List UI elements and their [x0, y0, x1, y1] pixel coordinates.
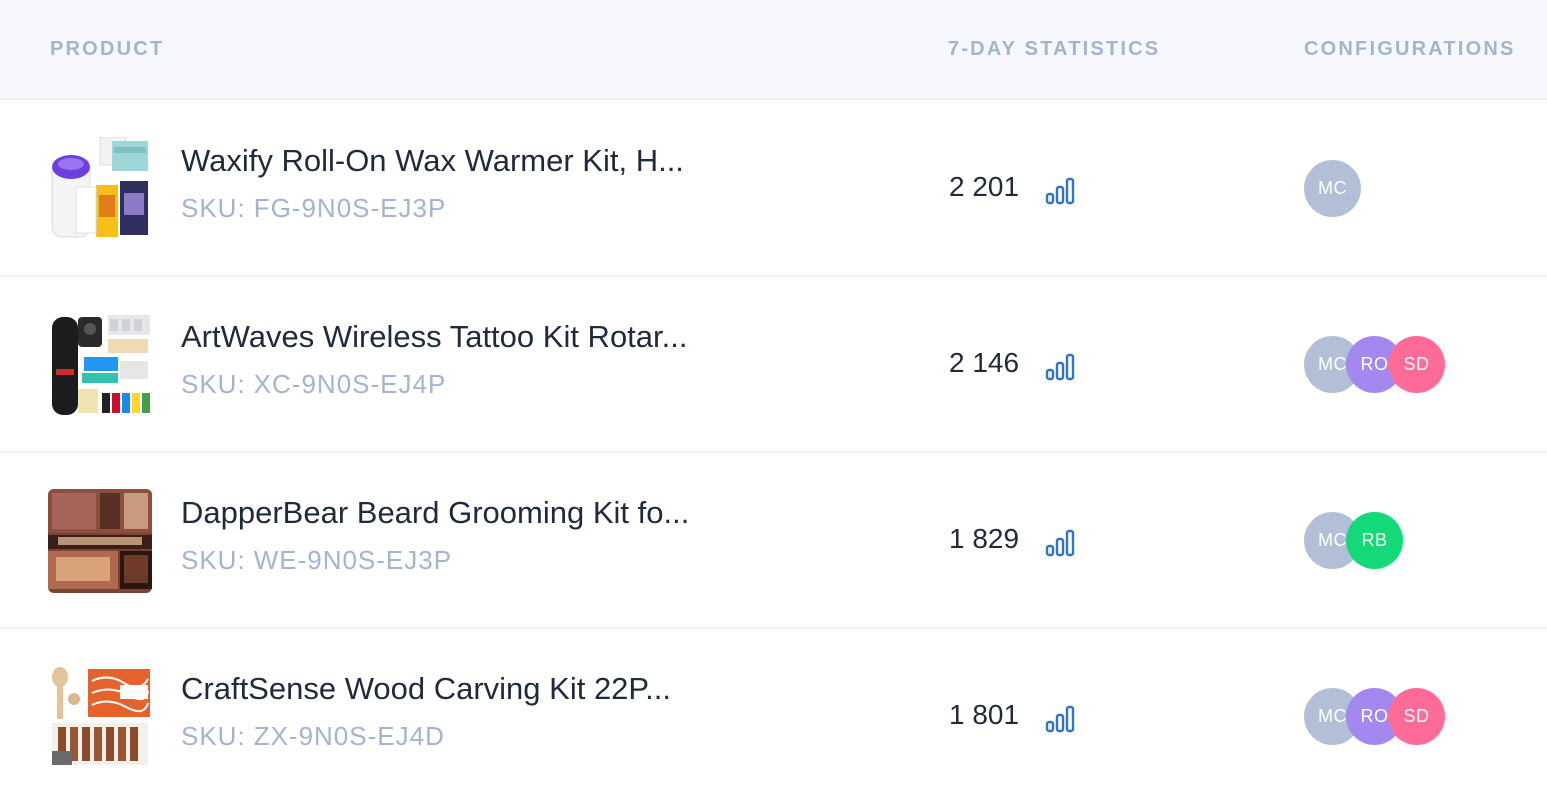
product-sku: SKU: FG-9N0S-EJ3P: [181, 193, 446, 224]
product-sku: SKU: XC-9N0S-EJ4P: [181, 369, 446, 400]
avatar-initials: SD: [1403, 706, 1430, 726]
products-table: PRODUCT 7-DAY STATISTICS CONFIGURATIONS …: [0, 0, 1547, 800]
sku-label: SKU:: [181, 369, 246, 399]
product-name[interactable]: Waxify Roll-On Wax Warmer Kit, H...: [181, 143, 711, 179]
product-image-wax-warmer[interactable]: [48, 137, 152, 241]
stat-count: 2 146: [949, 347, 1020, 378]
stat-count: 1 829: [949, 523, 1020, 554]
stat-count: 1 801: [949, 699, 1020, 730]
bar-chart-icon[interactable]: [1045, 176, 1079, 206]
avatar-initials: RO: [1360, 706, 1389, 726]
product-name[interactable]: DapperBear Beard Grooming Kit fo...: [181, 495, 711, 531]
sku-value: WE-9N0S-EJ3P: [253, 545, 453, 575]
sku-value: XC-9N0S-EJ4P: [253, 369, 447, 399]
product-image-tattoo-kit[interactable]: [48, 313, 152, 417]
avatar-initials: MC: [1318, 530, 1347, 550]
bar-chart-icon[interactable]: [1045, 704, 1079, 734]
bar-chart-icon[interactable]: [1045, 352, 1079, 382]
avatar-mc[interactable]: MC: [1304, 160, 1361, 217]
column-header-statistics[interactable]: 7-DAY STATISTICS: [948, 38, 1160, 61]
avatar-initials: RB: [1361, 530, 1388, 550]
table-row[interactable]: Waxify Roll-On Wax Warmer Kit, H... SKU:…: [0, 101, 1547, 277]
product-name[interactable]: ArtWaves Wireless Tattoo Kit Rotar...: [181, 319, 711, 355]
avatar-initials: MC: [1318, 706, 1347, 726]
sku-label: SKU:: [181, 193, 246, 223]
column-header-product[interactable]: PRODUCT: [50, 38, 164, 61]
sku-value: FG-9N0S-EJ3P: [253, 193, 447, 223]
table-row[interactable]: CraftSense Wood Carving Kit 22P... SKU: Z…: [0, 629, 1547, 800]
avatar-initials: MC: [1318, 178, 1347, 198]
bar-chart-icon[interactable]: [1045, 528, 1079, 558]
table-row[interactable]: ArtWaves Wireless Tattoo Kit Rotar... SK…: [0, 277, 1547, 453]
avatar-initials: RO: [1360, 354, 1389, 374]
table-header: PRODUCT 7-DAY STATISTICS CONFIGURATIONS: [0, 0, 1547, 100]
product-image-beard-kit[interactable]: [48, 489, 152, 593]
column-header-configurations[interactable]: CONFIGURATIONS: [1304, 38, 1516, 61]
product-image-wood-carving-kit[interactable]: [48, 665, 152, 769]
avatar-sd[interactable]: SD: [1388, 688, 1445, 745]
stat-count: 2 201: [949, 171, 1020, 202]
table-row[interactable]: DapperBear Beard Grooming Kit fo... SKU:…: [0, 453, 1547, 629]
avatar-rb[interactable]: RB: [1346, 512, 1403, 569]
sku-label: SKU:: [181, 721, 246, 751]
sku-label: SKU:: [181, 545, 246, 575]
avatar-initials: MC: [1318, 354, 1347, 374]
product-sku: SKU: ZX-9N0S-EJ4D: [181, 721, 445, 752]
avatar-initials: SD: [1403, 354, 1430, 374]
product-sku: SKU: WE-9N0S-EJ3P: [181, 545, 452, 576]
avatar-sd[interactable]: SD: [1388, 336, 1445, 393]
product-name[interactable]: CraftSense Wood Carving Kit 22P...: [181, 671, 711, 707]
sku-value: ZX-9N0S-EJ4D: [253, 721, 445, 751]
